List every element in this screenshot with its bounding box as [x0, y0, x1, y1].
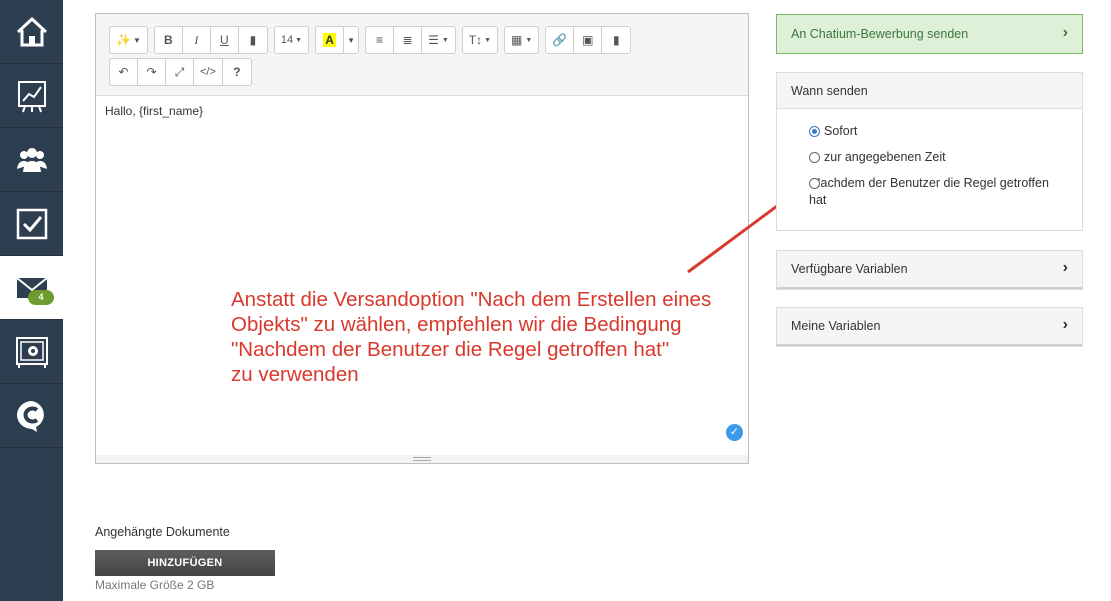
unread-badge: 4 [28, 290, 54, 305]
eraser-button[interactable]: ▮ [239, 27, 267, 53]
my-variables-title: Meine Variablen [791, 319, 881, 333]
option-label: Sofort [824, 124, 858, 138]
chevron-right-icon: › [1062, 24, 1068, 42]
sidebar-item-analytics[interactable] [0, 64, 63, 128]
numbered-list-button[interactable]: ≣ [394, 27, 423, 53]
send-option-immediately[interactable]: Sofort [809, 123, 1066, 140]
line-height-button[interactable]: T↕ ▼ [463, 27, 497, 53]
editor-resize-handle[interactable] [96, 455, 748, 463]
editor-text: Hallo, {first_name} [105, 104, 204, 118]
chevron-down-icon: ▼ [484, 36, 492, 44]
link-button[interactable]: 🔗 [546, 27, 575, 53]
chevron-down-icon: ▼ [132, 35, 141, 45]
video-button[interactable]: ▮ [602, 27, 630, 53]
image-button[interactable]: ▣ [574, 27, 603, 53]
checkbox-icon [16, 208, 47, 239]
align-left-icon: ☰ [428, 33, 439, 47]
when-to-send-header: Wann senden [777, 73, 1082, 109]
chevron-down-icon: ▼ [441, 36, 449, 44]
send-options: Sofort zur angegebenen Zeit Nachdem der … [777, 109, 1082, 230]
chatium-logo-icon [16, 400, 44, 432]
undo-button[interactable]: ↶ [110, 59, 138, 85]
my-variables-header[interactable]: Meine Variablen › [777, 308, 1082, 346]
radio-button[interactable] [809, 126, 820, 137]
max-size-note: Maximale Größe 2 GB [95, 578, 215, 592]
sidebar-item-chatium[interactable] [0, 384, 63, 448]
available-variables-title: Verfügbare Variablen [791, 262, 908, 276]
attachments-label: Angehängte Dokumente [95, 525, 230, 539]
fullscreen-icon: ⤢ [174, 64, 185, 79]
link-icon: 🔗 [552, 33, 568, 47]
fullscreen-button[interactable]: ⤢ [166, 59, 194, 85]
add-attachment-button[interactable]: HINZUFÜGEN [95, 550, 275, 576]
bullet-list-button[interactable]: ≡ [366, 27, 395, 53]
safe-icon [15, 336, 48, 368]
email-editor: ✨ ▼ B I U ▮ 14 ▼ A ▼ ≡ ≣ ☰ ▼ T↕ ▼ ▦ ▼ 🔗 … [95, 13, 749, 464]
sidebar-item-safe[interactable] [0, 320, 63, 384]
chevron-down-icon: ▼ [347, 35, 356, 45]
chevron-down-icon: ▼ [525, 36, 533, 44]
chevron-right-icon: › [1062, 316, 1068, 334]
radio-button[interactable] [809, 152, 820, 163]
available-variables-header[interactable]: Verfügbare Variablen › [777, 251, 1082, 289]
option-label: zur angegebenen Zeit [824, 150, 946, 164]
underline-button[interactable]: U [211, 27, 239, 53]
send-chatium-label: An Chatium-Bewerbung senden [791, 27, 969, 41]
send-chatium-link[interactable]: An Chatium-Bewerbung senden › [776, 14, 1083, 54]
undo-icon: ↶ [118, 65, 129, 79]
magic-wand-icon: ✨ [116, 33, 131, 47]
editor-content[interactable]: Hallo, {first_name} ✓ [96, 96, 748, 454]
home-icon [16, 17, 47, 46]
image-icon: ▣ [582, 33, 594, 47]
redo-icon: ↷ [146, 65, 157, 79]
table-button[interactable]: ▦ ▼ [505, 27, 538, 53]
code-view-button[interactable]: </> [194, 59, 223, 85]
chevron-down-icon: ▼ [295, 36, 303, 44]
option-label: Nachdem der Benutzer die Regel getroffen… [809, 176, 1049, 207]
sidebar-item-home[interactable] [0, 0, 63, 64]
users-icon [16, 147, 47, 172]
when-to-send-title: Wann senden [791, 83, 868, 98]
sidebar: 4 [0, 0, 63, 601]
highlight-color-button[interactable]: A [316, 27, 345, 53]
check-icon: ✓ [726, 424, 743, 441]
redo-button[interactable]: ↷ [138, 59, 166, 85]
table-icon: ▦ [511, 33, 523, 47]
text-height-icon: T↕ [468, 33, 483, 47]
sidebar-item-mail[interactable]: 4 [0, 256, 63, 320]
align-button[interactable]: ☰ ▼ [422, 27, 455, 53]
grip-icon [413, 457, 431, 461]
when-to-send-panel: Wann senden Sofort zur angegebenen Zeit … [776, 72, 1083, 231]
highlight-color-dropdown[interactable]: ▼ [344, 27, 358, 53]
video-icon: ▮ [613, 33, 620, 47]
editor-toolbar: ✨ ▼ B I U ▮ 14 ▼ A ▼ ≡ ≣ ☰ ▼ T↕ ▼ ▦ ▼ 🔗 … [96, 14, 748, 96]
available-variables-panel[interactable]: Verfügbare Variablen › [776, 250, 1083, 290]
sidebar-item-tasks[interactable] [0, 192, 63, 256]
bold-button[interactable]: B [155, 27, 183, 53]
help-button[interactable]: ? [223, 59, 251, 85]
numbered-list-icon: ≣ [402, 33, 413, 47]
bullet-list-icon: ≡ [376, 33, 384, 47]
eraser-icon: ▮ [249, 33, 257, 47]
my-variables-panel[interactable]: Meine Variablen › [776, 307, 1083, 347]
annotation-text: Anstatt die Versandoption "Nach dem Erst… [231, 288, 712, 386]
sidebar-item-users[interactable] [0, 128, 63, 192]
magic-style-button[interactable]: ✨ ▼ [110, 27, 147, 53]
chevron-right-icon: › [1062, 259, 1068, 277]
chart-icon [17, 80, 46, 112]
font-size-select[interactable]: 14 ▼ [275, 27, 308, 53]
send-option-scheduled[interactable]: zur angegebenen Zeit [809, 149, 1066, 166]
send-option-after-rule[interactable]: Nachdem der Benutzer die Regel getroffen… [793, 175, 1066, 209]
radio-button[interactable] [809, 178, 820, 189]
italic-button[interactable]: I [183, 27, 211, 53]
